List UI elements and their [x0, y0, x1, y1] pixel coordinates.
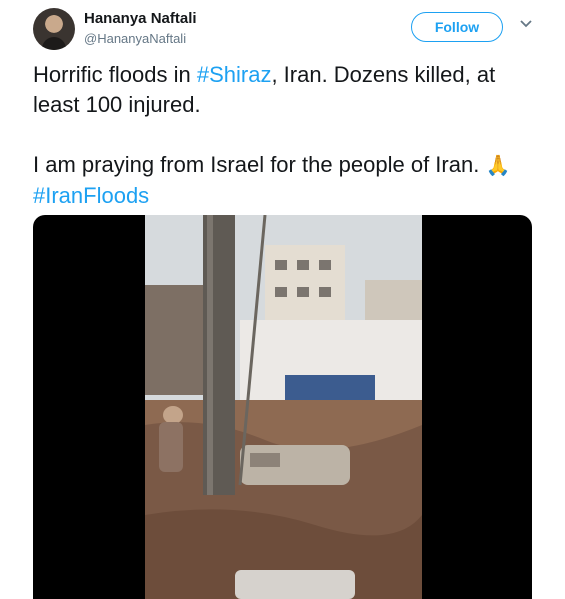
tweet-text-part: I am praying from Israel for the people …	[33, 152, 486, 177]
tweet-text: Horrific floods in #Shiraz, Iran. Dozens…	[33, 60, 543, 211]
video-frame[interactable]	[145, 215, 422, 599]
user-name[interactable]: Hananya Naftali	[84, 10, 197, 27]
avatar[interactable]	[33, 8, 75, 50]
tweet-paragraph-1: Horrific floods in #Shiraz, Iran. Dozens…	[33, 60, 543, 120]
chevron-down-icon[interactable]	[519, 19, 533, 29]
tweet-paragraph-2: I am praying from Israel for the people …	[33, 150, 543, 211]
hashtag-link-shiraz[interactable]: #Shiraz	[197, 62, 272, 87]
follow-button[interactable]: Follow	[411, 12, 503, 42]
user-handle[interactable]: @HananyaNaftali	[84, 31, 186, 46]
video-player[interactable]	[33, 215, 532, 599]
tweet-header: Hananya Naftali @HananyaNaftali Follow	[33, 6, 565, 52]
praying-hands-emoji: 🙏	[485, 155, 511, 177]
hashtag-link-iranfloods[interactable]: #IranFloods	[33, 183, 149, 208]
flood-scene-image	[145, 215, 422, 599]
tweet-text-part: Horrific floods in	[33, 62, 197, 87]
